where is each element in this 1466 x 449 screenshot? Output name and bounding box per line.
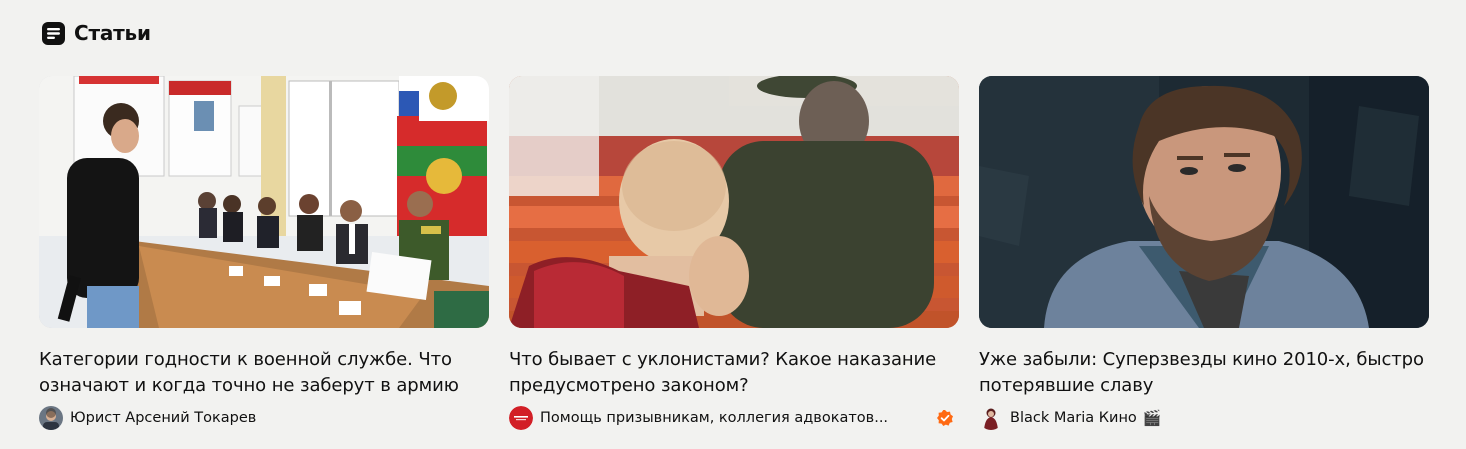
article-card[interactable]: Категории годности к военной службе. Что… — [39, 76, 489, 431]
article-title[interactable]: Категории годности к военной службе. Что… — [39, 347, 489, 399]
author[interactable]: Юрист Арсений Токарев — [39, 405, 489, 431]
article-title[interactable]: Что бывает с уклонистами? Какое наказани… — [509, 347, 959, 399]
author[interactable]: Помощь призывникам, коллегия адвокатов..… — [509, 405, 959, 431]
lawyers-college-avatar — [509, 406, 533, 430]
author-name: Помощь призывникам, коллегия адвокатов..… — [540, 410, 889, 426]
article-icon — [42, 21, 65, 45]
lawyer-avatar — [39, 406, 63, 430]
verified-icon — [937, 410, 953, 426]
author[interactable]: Black Maria Кино 🎬 — [979, 405, 1429, 431]
clapperboard-icon: 🎬 — [1142, 409, 1162, 427]
article-card[interactable]: Что бывает с уклонистами? Какое наказани… — [509, 76, 959, 431]
conscript-hall-photo[interactable] — [509, 76, 959, 328]
article-card[interactable]: Уже забыли: Суперзвезды кино 2010-х, быс… — [979, 76, 1429, 431]
section-header: Статьи — [42, 19, 151, 47]
section-title: Статьи — [74, 21, 151, 45]
author-name: Юрист Арсений Токарев — [70, 410, 257, 426]
black-maria-avatar — [979, 406, 1003, 430]
military-commission-photo[interactable] — [39, 76, 489, 328]
author-name: Black Maria Кино — [1010, 410, 1137, 426]
bearded-actor-photo[interactable] — [979, 76, 1429, 328]
article-title[interactable]: Уже забыли: Суперзвезды кино 2010-х, быс… — [979, 347, 1429, 399]
